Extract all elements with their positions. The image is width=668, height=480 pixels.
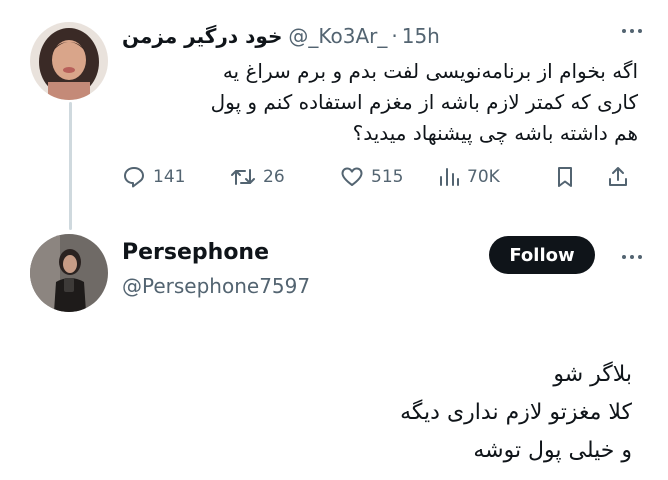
user-handle[interactable]: @_Ko3Ar_ — [288, 24, 387, 48]
tweet-text-line: هم داشته باشه چی پیشنهاد میدید؟ — [352, 121, 638, 145]
reply-icon — [124, 167, 144, 188]
like-count: 515 — [371, 167, 404, 187]
bookmark-icon — [558, 167, 572, 187]
tweet-text-line: اگه بخوام از برنامه‌نویسی لفت بدم و برم … — [222, 59, 638, 83]
reply-button[interactable]: 141 — [122, 160, 185, 194]
share-icon — [609, 167, 627, 186]
display-name[interactable]: Persephone — [122, 240, 269, 265]
like-icon — [341, 167, 363, 186]
user-handle[interactable]: @Persephone7597 — [122, 274, 310, 298]
more-options-button[interactable] — [616, 244, 648, 270]
retweet-count: 26 — [263, 167, 285, 187]
views-button[interactable]: 70K — [438, 160, 500, 194]
tweet-text-line: کاری که کمتر لازم باشه از مغزم استفاده ک… — [210, 90, 638, 114]
bookmark-button[interactable] — [554, 160, 583, 194]
avatar[interactable] — [30, 22, 108, 100]
thread-connector-line — [69, 102, 72, 230]
separator-dot: · — [391, 24, 398, 48]
retweet-icon — [231, 169, 255, 185]
share-button[interactable] — [606, 160, 637, 194]
reply-text-line: بلاگر شو — [553, 362, 632, 387]
like-button[interactable]: 515 — [340, 160, 403, 194]
display-name[interactable]: خود درگیر مزمن — [122, 24, 282, 48]
follow-button[interactable]: Follow — [489, 236, 595, 274]
reply-text: بلاگر شو کلا مغزتو لازم نداری دیگه و خیل… — [400, 356, 632, 470]
reply-count: 141 — [153, 167, 186, 187]
avatar[interactable] — [30, 234, 108, 312]
reply-text-line: و خیلی پول توشه — [473, 438, 632, 463]
tweet-header: خود درگیر مزمن @_Ko3Ar_ · 15h — [122, 20, 637, 52]
more-icon — [622, 255, 642, 259]
retweet-button[interactable]: 26 — [230, 160, 285, 194]
reply-text-line: کلا مغزتو لازم نداری دیگه — [400, 400, 632, 425]
timestamp[interactable]: 15h — [402, 24, 440, 48]
views-icon — [440, 168, 459, 186]
more-icon — [622, 29, 642, 33]
tweet-actions: 141 26 515 70K — [122, 160, 638, 194]
views-count: 70K — [467, 167, 500, 187]
tweet-text: اگه بخوام از برنامه‌نویسی لفت بدم و برم … — [122, 56, 638, 149]
more-options-button[interactable] — [616, 18, 648, 44]
